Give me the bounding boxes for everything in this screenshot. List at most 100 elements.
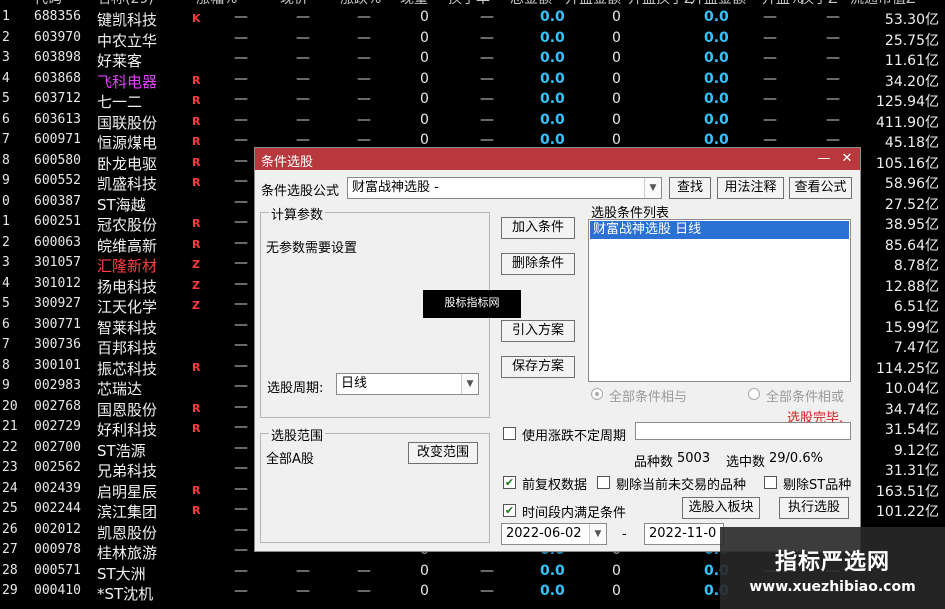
stock-code: 301012 bbox=[34, 275, 81, 291]
cell-float-cap: 25.75亿 bbox=[884, 32, 939, 49]
delete-condition-button[interactable]: 删除条件 bbox=[501, 253, 575, 275]
cell-float-cap: 34.74亿 bbox=[884, 401, 939, 418]
col-header-change[interactable]: 涨幅% bbox=[196, 0, 237, 8]
stock-name: 国恩股份 bbox=[97, 400, 158, 419]
range-field[interactable] bbox=[635, 422, 851, 440]
stock-mark: Z bbox=[192, 299, 200, 312]
col-header-code[interactable]: 代码 bbox=[34, 0, 62, 8]
cell-float-cap: 411.90亿 bbox=[876, 114, 939, 131]
stock-mark: R bbox=[192, 360, 201, 374]
cell-float-cap: 31.54亿 bbox=[884, 422, 939, 438]
table-row[interactable]: 3 603898 好莱客 — — — 0 — 0.0 0 0.0 — — 11.61亿 bbox=[0, 49, 945, 70]
chevron-down-icon[interactable]: ▼ bbox=[461, 374, 478, 394]
col-header-price[interactable]: 现价 bbox=[280, 0, 308, 8]
cell-volume: 0 bbox=[420, 132, 429, 148]
close-icon[interactable]: ✕ bbox=[838, 150, 856, 168]
stock-code: 002439 bbox=[34, 480, 81, 496]
formula-select[interactable]: 财富战神选股 - ▼ bbox=[347, 177, 662, 199]
row-index: 5 bbox=[2, 91, 10, 106]
stock-name: 中农立华 bbox=[97, 31, 158, 50]
cell-amount: 0.0 bbox=[540, 562, 565, 579]
col-header-amount[interactable]: 总金额 bbox=[510, 0, 552, 8]
stock-name: 汇隆新材 bbox=[97, 257, 158, 275]
remove-untraded-label: 剔除当前未交易的品种 bbox=[616, 478, 747, 493]
table-row[interactable]: 4 603868 飞科电器 R — — — 0 — 0.0 0 0.0 — — 34.20亿 bbox=[0, 70, 945, 91]
col-header-volume[interactable]: 现量 bbox=[400, 0, 428, 8]
cell-turnover: — bbox=[480, 562, 494, 579]
row-index: 3 bbox=[2, 50, 10, 65]
col-header-open-amount2[interactable]: 开盘金额 bbox=[690, 0, 746, 8]
col-header-open-pct[interactable]: 开盘% bbox=[762, 0, 803, 8]
stock-name: 凯恩股份 bbox=[97, 523, 158, 542]
cell-open-pct: — bbox=[763, 70, 777, 87]
execute-screen-button[interactable]: 执行选股 bbox=[779, 497, 849, 519]
cell-open-amount: 0 bbox=[612, 583, 621, 599]
stock-code: 600063 bbox=[34, 234, 81, 250]
date-to-field[interactable]: 2022-11-0 bbox=[644, 523, 724, 545]
cell-volume: 0 bbox=[420, 562, 429, 579]
col-header-float-cap[interactable]: 流通市值Z bbox=[850, 0, 916, 8]
col-header-name[interactable]: 名称(29) bbox=[97, 0, 154, 8]
table-row[interactable]: 5 603712 七一二 R — — — 0 — 0.0 0 0.0 — — 125.94亿 bbox=[0, 90, 945, 111]
save-plan-button[interactable]: 保存方案 bbox=[501, 356, 575, 378]
dialog-titlebar[interactable]: 条件选股 — ✕ bbox=[255, 148, 860, 170]
view-formula-button[interactable]: 查看公式 bbox=[789, 177, 852, 199]
table-row[interactable]: 1 688356 键凯科技 K — — — 0 — 0.0 0 0.0 — — 53.30亿 bbox=[0, 8, 945, 29]
col-header-turnover[interactable]: 换手率 bbox=[448, 0, 490, 8]
stock-name: 桂林旅游 bbox=[97, 544, 158, 562]
stock-code: 600971 bbox=[34, 132, 81, 147]
stock-code: 002012 bbox=[34, 521, 81, 537]
row-index: 5 bbox=[2, 296, 10, 311]
cell-change: — bbox=[234, 132, 248, 148]
cell-change: — bbox=[234, 521, 248, 538]
cell-turnover: — bbox=[480, 583, 494, 599]
cell-volume: 0 bbox=[420, 111, 429, 128]
date-from-field[interactable]: 2022-06-02 ▼ bbox=[501, 523, 607, 545]
cell-open-amount2: 0.0 bbox=[704, 29, 729, 46]
stock-code: 300101 bbox=[34, 357, 81, 373]
add-to-board-button[interactable]: 选股入板块 bbox=[682, 497, 760, 519]
remove-untraded-checkbox[interactable] bbox=[597, 476, 610, 489]
col-header-open-amount[interactable]: 开盘金额 bbox=[565, 0, 621, 8]
import-plan-button[interactable]: 引入方案 bbox=[501, 320, 575, 342]
cell-change: — bbox=[234, 480, 248, 497]
col-header-turnover-z[interactable]: 换手Z bbox=[800, 0, 838, 8]
col-header-pct[interactable]: 涨跌% bbox=[340, 0, 381, 8]
stock-name: 恒源煤电 bbox=[97, 134, 158, 152]
cell-pct: — bbox=[357, 70, 371, 87]
cell-open-amount: 0 bbox=[612, 91, 621, 107]
cell-change: — bbox=[234, 419, 248, 435]
cell-change: — bbox=[234, 214, 248, 230]
change-scope-button[interactable]: 改变范围 bbox=[408, 442, 478, 464]
stock-name: *ST沈机 bbox=[97, 585, 154, 603]
stock-code: 002729 bbox=[34, 419, 81, 434]
cell-change: — bbox=[234, 357, 248, 374]
period-select[interactable]: 日线 ▼ bbox=[336, 373, 479, 395]
radio-or[interactable] bbox=[748, 388, 760, 400]
add-condition-button[interactable]: 加入条件 bbox=[501, 217, 575, 239]
period-condition-checkbox[interactable]: ✔ bbox=[503, 504, 516, 517]
usage-notes-button[interactable]: 用法注释 bbox=[717, 177, 784, 199]
minimize-icon[interactable]: — bbox=[815, 150, 833, 168]
dialog-body: 条件选股公式 财富战神选股 - ▼ 查找 用法注释 查看公式 计算参数 无参数需… bbox=[255, 170, 860, 551]
cell-change: — bbox=[234, 337, 248, 353]
table-row[interactable]: 2 603970 中农立华 — — — 0 — 0.0 0 0.0 — — 25.75亿 bbox=[0, 29, 945, 50]
chevron-down-icon[interactable]: ▼ bbox=[589, 524, 606, 544]
chevron-down-icon[interactable]: ▼ bbox=[644, 178, 661, 198]
cell-price: — bbox=[296, 91, 310, 107]
col-header-open-turnover[interactable]: 开盘换手Z bbox=[628, 0, 694, 8]
find-button[interactable]: 查找 bbox=[669, 177, 711, 199]
stock-mark: R bbox=[192, 401, 201, 415]
stock-name: 凯盛科技 bbox=[97, 175, 158, 193]
table-row[interactable]: 6 603613 国联股份 R — — — 0 — 0.0 0 0.0 — — 411.90亿 bbox=[0, 111, 945, 132]
fq-checkbox[interactable]: ✔ bbox=[503, 476, 516, 489]
condition-list-item[interactable]: 财富战神选股 日线 bbox=[590, 221, 849, 239]
date-from-value: 2022-06-02 bbox=[506, 526, 582, 541]
condition-list[interactable]: 财富战神选股 日线 bbox=[588, 219, 851, 382]
cell-float-cap: 114.25亿 bbox=[876, 360, 939, 377]
radio-and[interactable] bbox=[591, 388, 603, 400]
range-checkbox[interactable] bbox=[503, 427, 516, 440]
cell-change: — bbox=[234, 439, 248, 456]
cell-float-cap: 11.61亿 bbox=[884, 53, 939, 69]
remove-st-checkbox[interactable] bbox=[764, 476, 777, 489]
